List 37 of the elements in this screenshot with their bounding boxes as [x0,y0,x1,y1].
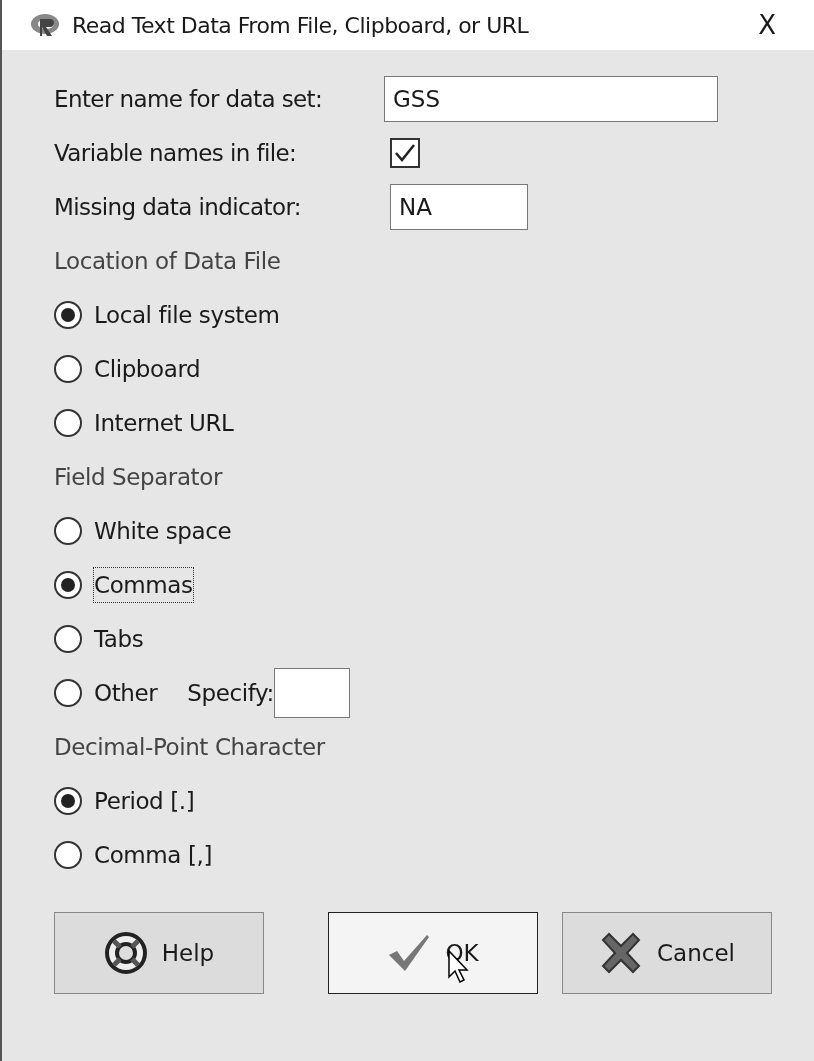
close-button[interactable]: X [750,5,784,45]
cancel-button[interactable]: Cancel [562,912,772,994]
section-label: Field Separator [54,462,222,492]
help-button[interactable]: Help [54,912,264,994]
text-field[interactable]: GSS [384,76,718,122]
checkmark-icon [394,143,416,163]
radio-button[interactable] [54,571,82,599]
radio-button[interactable] [54,841,82,869]
radio-button[interactable] [54,517,82,545]
radio-button[interactable] [54,625,82,653]
radio-label[interactable]: Local file system [94,297,280,333]
app-logo-icon [30,13,60,37]
radio-button[interactable] [54,301,82,329]
radio-label[interactable]: Comma [,] [94,837,212,873]
window-title: Read Text Data From File, Clipboard, or URL [72,11,530,40]
section-label: Decimal-Point Character [54,732,325,762]
lifebuoy-icon [103,931,148,975]
radio-button[interactable] [54,787,82,815]
specify-field[interactable] [273,668,350,718]
field-label: Variable names in file: [54,138,298,168]
checkmark-icon [387,933,432,973]
field-label: Enter name for data set: [54,84,324,114]
radio-button[interactable] [54,679,82,707]
radio-label[interactable]: White space [94,513,232,549]
radio-label[interactable]: Other [94,675,158,711]
text-field[interactable]: NA [390,184,528,230]
radio-button[interactable] [54,355,82,383]
section-label: Location of Data File [54,246,281,276]
checkbox[interactable] [390,138,420,168]
radio-label[interactable]: Internet URL [94,405,234,441]
radio-button[interactable] [54,409,82,437]
radio-label[interactable]: Period [.] [94,783,195,819]
radio-label[interactable]: Tabs [94,621,144,657]
field-label: Missing data indicator: [54,192,302,222]
specify-label: Specify: [187,678,274,708]
radio-label[interactable]: Clipboard [94,351,201,387]
radio-label[interactable]: Commas [94,567,193,603]
